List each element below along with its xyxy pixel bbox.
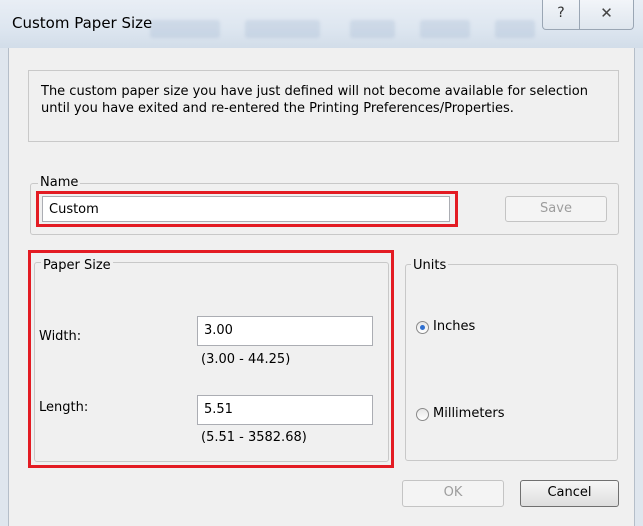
- background-tab-ghost: [420, 20, 470, 38]
- background-tab-ghost: [350, 20, 395, 38]
- name-highlight-box: [36, 191, 458, 227]
- name-group-legend: Name: [38, 175, 81, 190]
- inches-label[interactable]: Inches: [433, 319, 475, 334]
- close-button[interactable]: ✕: [580, 0, 634, 30]
- info-message-box: The custom paper size you have just defi…: [28, 70, 619, 142]
- background-tab-ghost: [150, 20, 220, 38]
- window-border-right: [634, 48, 643, 526]
- title-bar: Custom Paper Size ? ✕: [0, 0, 643, 48]
- ok-button[interactable]: OK: [402, 480, 504, 507]
- paper-size-highlight-box: [28, 250, 394, 468]
- window-border-left: [0, 48, 9, 526]
- save-button[interactable]: Save: [505, 196, 607, 222]
- background-tab-ghost: [495, 20, 535, 38]
- window-title: Custom Paper Size: [12, 14, 153, 32]
- close-icon: ✕: [600, 4, 613, 22]
- millimeters-label[interactable]: Millimeters: [433, 406, 505, 421]
- help-button[interactable]: ?: [542, 0, 580, 30]
- millimeters-radio[interactable]: [416, 408, 429, 421]
- inches-radio[interactable]: [416, 321, 429, 334]
- info-message: The custom paper size you have just defi…: [41, 84, 588, 116]
- help-icon: ?: [557, 5, 565, 21]
- units-legend: Units: [411, 258, 449, 273]
- custom-paper-size-dialog: Custom Paper Size ? ✕ The custom paper s…: [0, 0, 643, 526]
- cancel-button[interactable]: Cancel: [520, 480, 619, 507]
- units-group: [405, 264, 618, 461]
- background-tab-ghost: [245, 20, 320, 38]
